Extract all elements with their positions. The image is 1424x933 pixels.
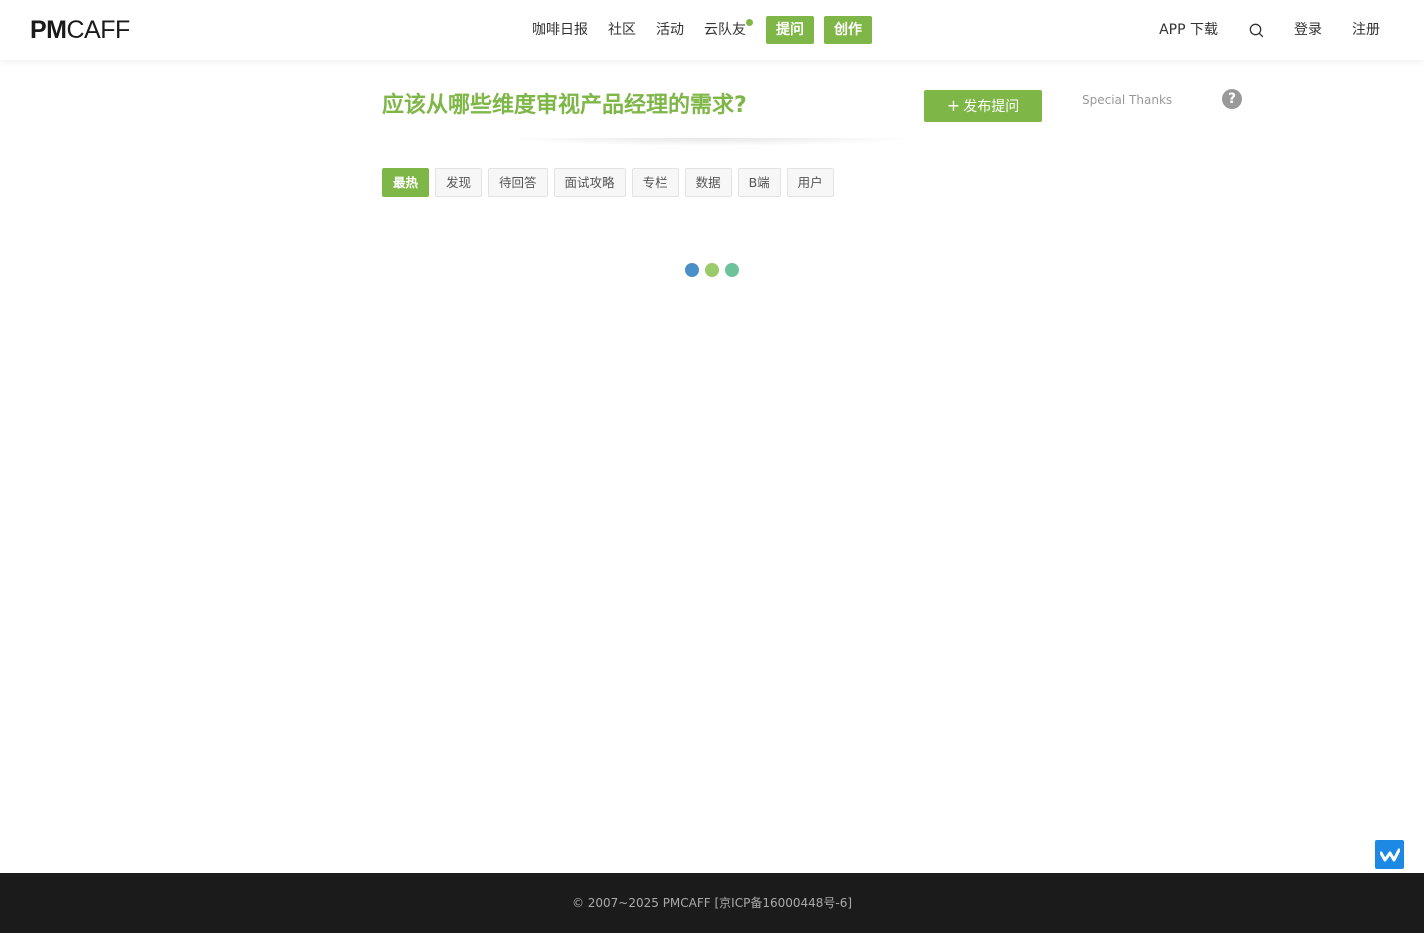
page-title: 应该从哪些维度审视产品经理的需求?: [382, 93, 747, 118]
nav-item-coffee-daily[interactable]: 咖啡日报: [532, 16, 588, 44]
page-footer: © 2007~2025 PMCAFF [京ICP备16000448号-6]: [0, 873, 1424, 933]
tab-column[interactable]: 专栏: [631, 168, 679, 197]
tab-unanswered[interactable]: 待回答: [488, 168, 548, 197]
loading-dot: [705, 263, 719, 277]
title-divider-shadow: [500, 138, 920, 146]
loading-dot: [685, 263, 699, 277]
tab-user[interactable]: 用户: [786, 168, 834, 197]
tab-discover[interactable]: 发现: [435, 168, 483, 197]
nav-item-cloud-teammate[interactable]: 云队友: [704, 16, 753, 44]
filter-tabs: 最热 发现 待回答 面试攻略 专栏 数据 B端 用户: [382, 168, 840, 197]
publish-question-button[interactable]: + 发布提问: [924, 90, 1042, 122]
new-dot-badge: [746, 19, 753, 26]
create-button[interactable]: 创作: [824, 16, 872, 44]
tab-interview-guide[interactable]: 面试攻略: [553, 168, 626, 197]
special-thanks-label: Special Thanks: [1082, 93, 1173, 107]
right-nav: APP 下载 登录 注册: [1129, 16, 1380, 44]
register-link[interactable]: 注册: [1352, 16, 1380, 44]
nav-item-events[interactable]: 活动: [656, 16, 684, 44]
nav-item-cloud-teammate-label: 云队友: [704, 22, 746, 38]
logo-pm-text: PM: [30, 16, 67, 44]
pmcaff-logo[interactable]: PMCAFF: [30, 16, 130, 44]
login-link[interactable]: 登录: [1294, 16, 1322, 44]
ask-question-button[interactable]: 提问: [766, 16, 814, 44]
main-nav: 咖啡日报 社区 活动 云队友 提问 创作: [522, 16, 872, 44]
app-download-link[interactable]: APP 下载: [1159, 16, 1218, 44]
nav-item-community[interactable]: 社区: [608, 16, 636, 44]
tab-b-end[interactable]: B端: [737, 168, 781, 197]
feedback-logo-icon[interactable]: [1375, 840, 1404, 869]
plus-icon: +: [946, 96, 961, 115]
tab-data[interactable]: 数据: [684, 168, 732, 197]
publish-question-label: 发布提问: [963, 99, 1020, 115]
footer-copyright: © 2007~2025 PMCAFF [京ICP备16000448号-6]: [571, 896, 853, 910]
search-icon[interactable]: [1248, 22, 1264, 38]
question-circle-icon[interactable]: ?: [1222, 89, 1242, 109]
loading-dot: [725, 263, 739, 277]
loading-indicator: [685, 263, 745, 277]
logo-caff-text: CAFF: [66, 16, 131, 44]
tab-hottest[interactable]: 最热: [382, 168, 430, 197]
top-header: PMCAFF 咖啡日报 社区 活动 云队友 提问 创作 APP 下载 登录 注册: [0, 0, 1424, 60]
